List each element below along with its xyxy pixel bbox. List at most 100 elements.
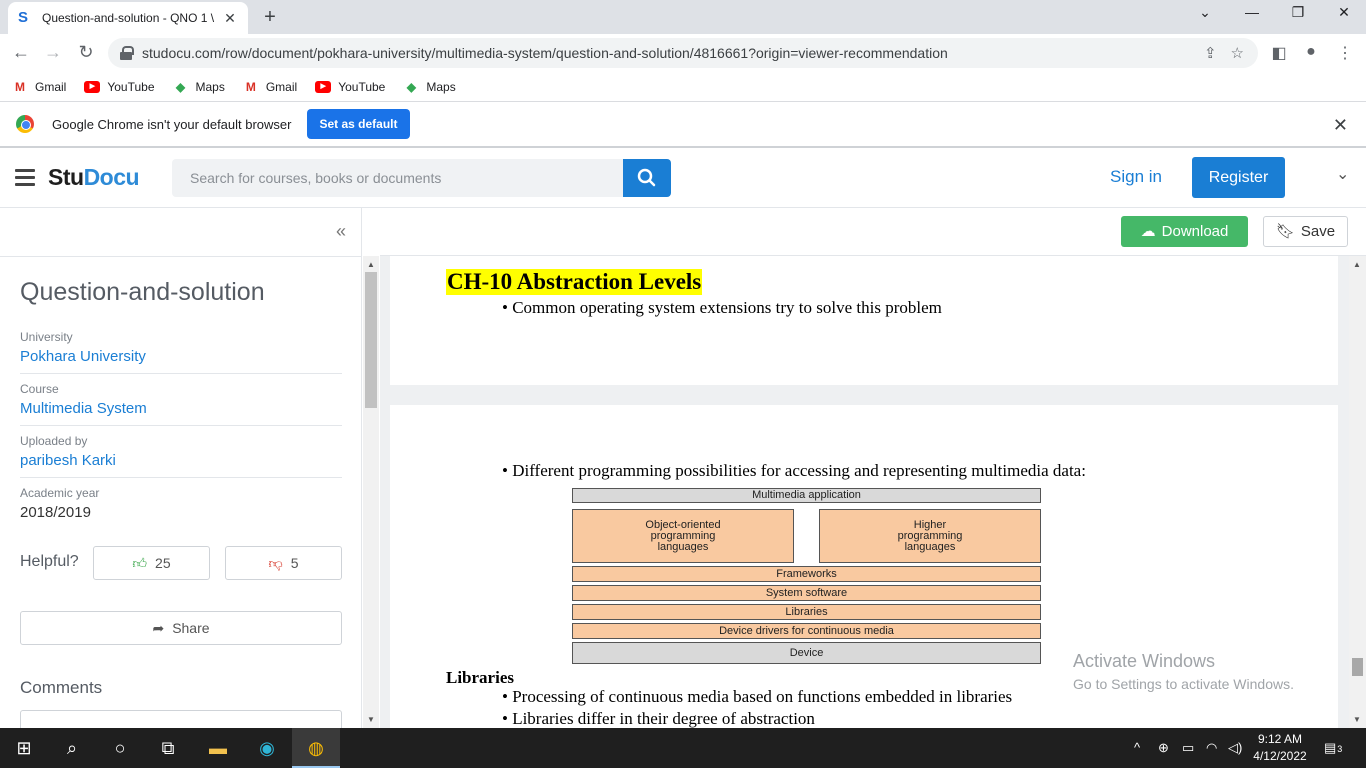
scrollbar-thumb[interactable] — [365, 272, 377, 408]
diagram-libraries: Libraries — [572, 604, 1041, 620]
set-as-default-button[interactable]: Set as default — [307, 109, 410, 139]
show-hidden-icons-icon[interactable]: ^ — [1134, 740, 1140, 755]
forward-icon[interactable]: → — [42, 42, 64, 63]
document-scrollbar[interactable]: ▲ ▼ — [1349, 256, 1366, 728]
search-icon[interactable]: ⌕ — [60, 736, 84, 760]
volume-icon[interactable]: ◁) — [1228, 740, 1242, 756]
share-icon[interactable]: ⇪ — [1204, 44, 1217, 62]
taskbar-clock[interactable]: 9:12 AM 4/12/2022 — [1250, 731, 1310, 765]
document-action-bar: ☁ Download 🔖︎ Save — [380, 208, 1366, 256]
watermark-title: Activate Windows — [1073, 651, 1216, 671]
save-label: Save — [1300, 223, 1336, 240]
minimize-icon[interactable]: — — [1240, 4, 1264, 20]
reload-icon[interactable]: ↻ — [75, 42, 97, 63]
tab-search-chevron-icon[interactable]: ⌄ — [1193, 4, 1217, 21]
course-link[interactable]: Multimedia System — [20, 400, 342, 417]
bookmark-icon: 🔖︎ — [1275, 223, 1295, 240]
file-explorer-icon[interactable]: ▬ — [206, 736, 230, 760]
browser-titlebar: S Question-and-solution - QNO 1 \ ✕ + ⌄ … — [0, 0, 1366, 34]
bookmark-star-icon[interactable]: ☆ — [1231, 44, 1244, 62]
document-sidebar: « Question-and-solution University Pokha… — [0, 208, 362, 728]
downvote-button[interactable]: 👎︎ 5 — [225, 546, 342, 580]
scroll-up-icon[interactable]: ▲ — [1353, 260, 1361, 269]
chrome-logo-icon — [16, 115, 34, 133]
studocu-logo[interactable]: StuDocu — [48, 164, 140, 191]
address-bar[interactable]: studocu.com/row/document/pokhara-univers… — [108, 38, 1258, 68]
sidebar-scrollbar[interactable]: ▲ ▼ — [363, 256, 379, 728]
browser-tab[interactable]: S Question-and-solution - QNO 1 \ ✕ — [8, 2, 248, 34]
bookmark-label: YouTube — [338, 79, 386, 94]
gmail-icon: M — [245, 79, 256, 94]
default-browser-infobar: Google Chrome isn't your default browser… — [0, 102, 1366, 148]
windows-taskbar: ⊞ ⌕ ○ ⧉ ▬ ◉ ◍ ^ ⊕ ▭ ◠ ◁) 9:12 AM 4/12/20… — [0, 728, 1366, 768]
scrollbar-thumb[interactable] — [1352, 658, 1363, 676]
bookmark-label: Maps — [426, 79, 456, 94]
search-button[interactable] — [623, 159, 671, 197]
bookmark-label: YouTube — [107, 79, 155, 94]
bookmark-youtube[interactable]: ▶ YouTube — [84, 79, 155, 94]
scroll-down-icon[interactable]: ▼ — [1353, 715, 1361, 724]
comments-heading: Comments — [20, 678, 103, 697]
download-button[interactable]: ☁ Download — [1121, 216, 1248, 247]
bullet-text: • Processing of continuous media based o… — [502, 687, 1013, 706]
share-label: Share — [172, 620, 210, 636]
share-button[interactable]: ➦ Share — [20, 611, 342, 645]
new-tab-icon[interactable]: + — [258, 6, 282, 29]
search-input[interactable]: Search for courses, books or documents — [172, 159, 624, 197]
bookmark-maps[interactable]: ◆ Maps — [403, 79, 456, 94]
battery-icon[interactable]: ▭ — [1182, 740, 1194, 756]
maps-icon: ◆ — [406, 79, 416, 94]
windows-start-icon[interactable]: ⊞ — [12, 736, 36, 760]
sign-in-link[interactable]: Sign in — [1110, 167, 1162, 187]
document-page: CH-10 Abstraction Levels • Common operat… — [390, 256, 1338, 385]
menu-kebab-icon[interactable]: ⋮ — [1334, 43, 1356, 63]
chrome-taskbar-icon[interactable]: ◍ — [304, 736, 328, 760]
diagram-line: languages — [904, 540, 956, 553]
bookmark-gmail[interactable]: M Gmail — [12, 80, 66, 94]
meta-label: Uploaded by — [20, 434, 88, 448]
window-close-icon[interactable]: ✕ — [1332, 4, 1356, 21]
cortana-icon[interactable]: ○ — [108, 736, 132, 760]
collapse-sidebar-icon[interactable]: « — [336, 221, 346, 242]
document-viewer: ☁ Download 🔖︎ Save CH-10 Abstraction Level… — [380, 208, 1366, 728]
download-label: Download — [1161, 223, 1229, 240]
tab-title: Question-and-solution - QNO 1 \ — [42, 11, 215, 25]
university-link[interactable]: Pokhara University — [20, 348, 342, 365]
chapter-title: CH-10 Abstraction Levels — [446, 269, 703, 295]
wifi-icon[interactable]: ◠ — [1206, 740, 1217, 756]
bookmark-gmail[interactable]: M Gmail — [243, 80, 297, 94]
gmail-icon: M — [15, 79, 25, 94]
tab-close-icon[interactable]: ✕ — [222, 10, 238, 27]
uploader-link[interactable]: paribesh Karki — [20, 452, 342, 469]
hamburger-menu-icon[interactable] — [15, 169, 35, 186]
meta-uploader: Uploaded by paribesh Karki — [20, 434, 342, 478]
upvote-button[interactable]: 👍︎ 25 — [93, 546, 210, 580]
restore-icon[interactable]: ❐ — [1286, 4, 1310, 21]
task-view-icon[interactable]: ⧉ — [156, 736, 180, 760]
meta-academic-year: Academic year 2018/2019 — [20, 486, 342, 530]
notification-center-icon[interactable]: ▤3 — [1324, 740, 1342, 756]
bookmark-youtube[interactable]: ▶ YouTube — [315, 80, 385, 94]
register-button[interactable]: Register — [1192, 157, 1285, 198]
url-text: studocu.com/row/document/pokhara-univers… — [142, 45, 948, 61]
bookmark-label: Gmail — [265, 79, 298, 94]
side-panel-icon[interactable]: ◧ — [1268, 43, 1290, 63]
watermark-subtitle: Go to Settings to activate Windows. — [1073, 676, 1294, 692]
bookmarks-bar: M Gmail ▶ YouTube ◆ Maps M Gmail ▶ YouTube ◆ M… — [0, 72, 1366, 102]
comment-input[interactable] — [20, 710, 342, 728]
infobar-close-icon[interactable]: ✕ — [1333, 115, 1348, 136]
back-icon[interactable]: ← — [10, 42, 32, 63]
maps-icon: ◆ — [175, 79, 186, 94]
scroll-down-icon[interactable]: ▼ — [367, 715, 375, 724]
meta-course: Course Multimedia System — [20, 382, 342, 426]
logo-part-docu: Docu — [83, 164, 140, 190]
edge-icon[interactable]: ◉ — [255, 736, 279, 760]
bookmark-maps[interactable]: ◆ Maps — [173, 80, 225, 94]
bookmark-label: Gmail — [35, 79, 67, 94]
lock-icon — [120, 46, 134, 60]
save-button[interactable]: 🔖︎ Save — [1263, 216, 1348, 247]
scroll-up-icon[interactable]: ▲ — [367, 260, 375, 269]
chevron-down-icon[interactable]: ⌄ — [1336, 164, 1349, 184]
profile-avatar-icon[interactable]: ● — [1300, 43, 1322, 61]
network-pen-icon[interactable]: ⊕ — [1158, 740, 1169, 756]
